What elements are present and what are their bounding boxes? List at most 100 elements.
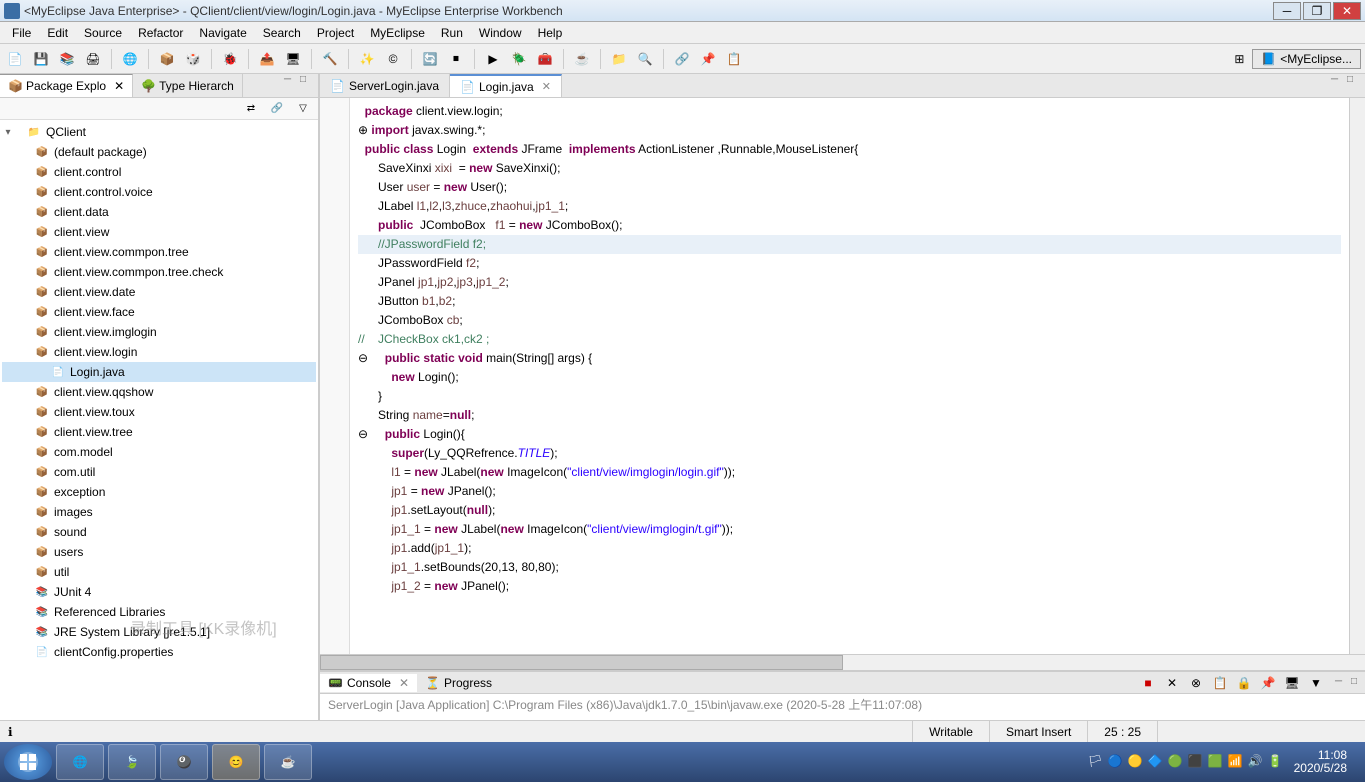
collapse-all-button[interactable]: ⇄	[240, 98, 262, 120]
tab-type-hierarchy[interactable]: 🌳 Type Hierarch	[133, 74, 243, 97]
tree-item[interactable]: 📦(default package)	[2, 142, 316, 162]
new-java-button[interactable]: ☕	[571, 48, 593, 70]
tree-item[interactable]: 📦client.view.login	[2, 342, 316, 362]
menu-myeclipse[interactable]: MyEclipse	[362, 24, 433, 42]
maximize-editor-button[interactable]: □	[1347, 74, 1361, 88]
menu-search[interactable]: Search	[255, 24, 309, 42]
tree-item[interactable]: 📦client.view.toux	[2, 402, 316, 422]
server-button[interactable]: 🖥	[282, 48, 304, 70]
taskbar-clock[interactable]: 11:08 2020/5/28	[1288, 749, 1353, 775]
menu-project[interactable]: Project	[309, 24, 362, 42]
open-type-button[interactable]: 📁	[608, 48, 630, 70]
tree-item[interactable]: 📦util	[2, 562, 316, 582]
maximize-console-button[interactable]: □	[1351, 676, 1365, 690]
menu-refactor[interactable]: Refactor	[130, 24, 191, 42]
minimize-console-button[interactable]: ─	[1335, 676, 1349, 690]
tree-item[interactable]: 📦client.data	[2, 202, 316, 222]
tab-close-icon[interactable]: ✕	[399, 676, 409, 690]
task-app3[interactable]: 😊	[212, 744, 260, 780]
view-menu-button[interactable]: ▽	[292, 98, 314, 120]
external-tools-button[interactable]: 🧰	[534, 48, 556, 70]
new-class-button[interactable]: ©	[382, 48, 404, 70]
close-tab-icon[interactable]: ✕	[542, 80, 551, 93]
scroll-lock-button[interactable]: 🔒	[1233, 672, 1255, 694]
chevron-down-icon[interactable]: ▾	[2, 127, 14, 138]
scrollbar-thumb[interactable]	[320, 655, 843, 670]
task-app2[interactable]: 🎱	[160, 744, 208, 780]
remove-launch-button[interactable]: ✕	[1161, 672, 1183, 694]
minimize-editor-button[interactable]: ─	[1331, 74, 1345, 88]
code-editor[interactable]: package client.view.login;⊕ import javax…	[350, 98, 1349, 654]
tree-item[interactable]: 📦client.control	[2, 162, 316, 182]
perspective-myeclipse[interactable]: 📘 <MyEclipse...	[1252, 49, 1361, 69]
launch-button[interactable]: 🌐	[119, 48, 141, 70]
tree-item[interactable]: 📦com.model	[2, 442, 316, 462]
tab-close-icon[interactable]: ✕	[114, 79, 124, 93]
display-button[interactable]: 🖥	[1281, 672, 1303, 694]
tree-item[interactable]: 📦client.view.commpon.tree	[2, 242, 316, 262]
debug-run-button[interactable]: 🪲	[508, 48, 530, 70]
tree-item[interactable]: 📦com.util	[2, 462, 316, 482]
build-button[interactable]: 🔨	[319, 48, 341, 70]
tree-item[interactable]: 📦client.view.imglogin	[2, 322, 316, 342]
tree-item[interactable]: 📦client.view	[2, 222, 316, 242]
cube-button[interactable]: 🎲	[182, 48, 204, 70]
tree-item[interactable]: 📄clientConfig.properties	[2, 642, 316, 662]
open-perspective-button[interactable]: ⊞	[1228, 48, 1250, 70]
new-wizard-button[interactable]: ✨	[356, 48, 378, 70]
maximize-view-button[interactable]: □	[300, 74, 314, 88]
terminate-button[interactable]: ■	[1137, 672, 1159, 694]
tab-console[interactable]: 📟 Console ✕	[320, 674, 417, 692]
run-button[interactable]: ▶	[482, 48, 504, 70]
minimize-view-button[interactable]: ─	[284, 74, 298, 88]
task-app1[interactable]: 🍃	[108, 744, 156, 780]
pin-console-button[interactable]: 📌	[1257, 672, 1279, 694]
editor-tab-serverlogin[interactable]: 📄 ServerLogin.java	[320, 74, 450, 97]
tree-item[interactable]: 📄Login.java	[2, 362, 316, 382]
editor-tab-login[interactable]: 📄 Login.java ✕	[450, 74, 562, 97]
refresh-button[interactable]: 🔄	[419, 48, 441, 70]
menu-source[interactable]: Source	[76, 24, 130, 42]
horizontal-scrollbar[interactable]	[320, 654, 1365, 670]
minimize-button[interactable]: ─	[1273, 2, 1301, 20]
menu-run[interactable]: Run	[433, 24, 471, 42]
start-button[interactable]	[4, 744, 52, 780]
tree-item[interactable]: 📦client.view.commpon.tree.check	[2, 262, 316, 282]
remove-all-button[interactable]: ⊗	[1185, 672, 1207, 694]
debug-button[interactable]: 🐞	[219, 48, 241, 70]
menu-navigate[interactable]: Navigate	[191, 24, 254, 42]
package-tree[interactable]: ▾ 📁 QClient 📦(default package)📦client.co…	[0, 120, 318, 720]
save-button[interactable]: 💾	[30, 48, 52, 70]
menu-window[interactable]: Window	[471, 24, 530, 42]
tree-project[interactable]: ▾ 📁 QClient	[2, 122, 316, 142]
tree-item[interactable]: 📚Referenced Libraries	[2, 602, 316, 622]
menu-edit[interactable]: Edit	[39, 24, 76, 42]
tree-item[interactable]: 📦client.view.face	[2, 302, 316, 322]
search-button[interactable]: 🔍	[634, 48, 656, 70]
editor-ruler[interactable]	[320, 98, 350, 654]
tree-item[interactable]: 📦exception	[2, 482, 316, 502]
tree-item[interactable]: 📦client.view.date	[2, 282, 316, 302]
system-tray[interactable]: 🏳 🔵 🟡 🔷 🟢 ⬛ 🟩 📶 🔊 🔋 11:08 2020/5/28	[1080, 749, 1361, 775]
tree-item[interactable]: 📦users	[2, 542, 316, 562]
tree-item[interactable]: 📦client.control.voice	[2, 182, 316, 202]
tab-package-explorer[interactable]: 📦 Package Explo ✕	[0, 74, 133, 97]
tree-item[interactable]: 📦client.view.qqshow	[2, 382, 316, 402]
menu-help[interactable]: Help	[530, 24, 571, 42]
tree-item[interactable]: 📦client.view.tree	[2, 422, 316, 442]
deploy-button[interactable]: 📤	[256, 48, 278, 70]
pin-button[interactable]: 📌	[697, 48, 719, 70]
package-button[interactable]: 📦	[156, 48, 178, 70]
save-all-button[interactable]: 📚	[56, 48, 78, 70]
stop-button[interactable]: ⏹	[445, 48, 467, 70]
vertical-scrollbar[interactable]	[1349, 98, 1365, 654]
close-button[interactable]: ✕	[1333, 2, 1361, 20]
task-java[interactable]: ☕	[264, 744, 312, 780]
tree-item[interactable]: 📦images	[2, 502, 316, 522]
print-button[interactable]: 🖨	[82, 48, 104, 70]
toggle-button[interactable]: 🔗	[671, 48, 693, 70]
task-button[interactable]: 📋	[723, 48, 745, 70]
new-button[interactable]: 📄	[4, 48, 26, 70]
maximize-button[interactable]: ❐	[1303, 2, 1331, 20]
tree-item[interactable]: 📚JUnit 4	[2, 582, 316, 602]
